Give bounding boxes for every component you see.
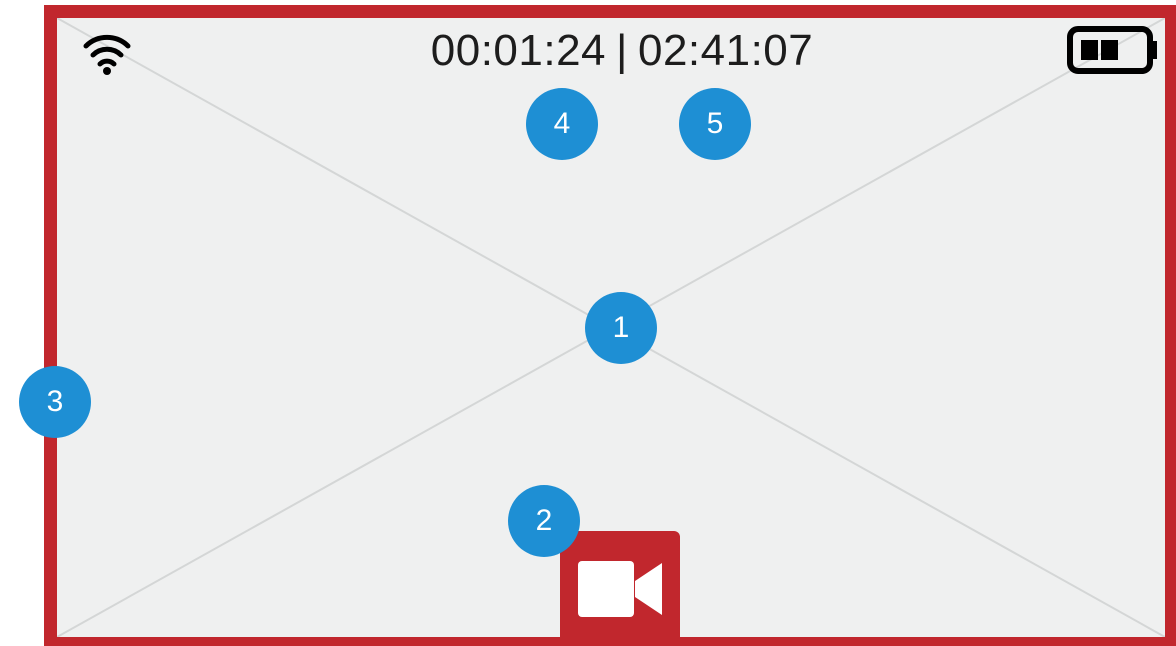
callout-badge-4: 4 — [526, 88, 598, 160]
record-button[interactable] — [560, 531, 680, 646]
camera-screen: 00:01:24 | 02:41:07 1 2 3 4 5 — [0, 0, 1176, 646]
recording-timer: 00:01:24 | 02:41:07 — [312, 26, 932, 76]
elapsed-time: 00:01:24 — [430, 26, 607, 75]
time-separator: | — [616, 26, 628, 75]
video-camera-icon — [578, 561, 662, 617]
callout-badge-3: 3 — [19, 366, 91, 438]
callout-badge-5: 5 — [679, 88, 751, 160]
callout-badge-2: 2 — [508, 485, 580, 557]
total-time: 02:41:07 — [637, 26, 814, 75]
battery-icon — [1067, 26, 1157, 74]
wifi-icon — [83, 34, 131, 75]
callout-badge-1: 1 — [585, 292, 657, 364]
